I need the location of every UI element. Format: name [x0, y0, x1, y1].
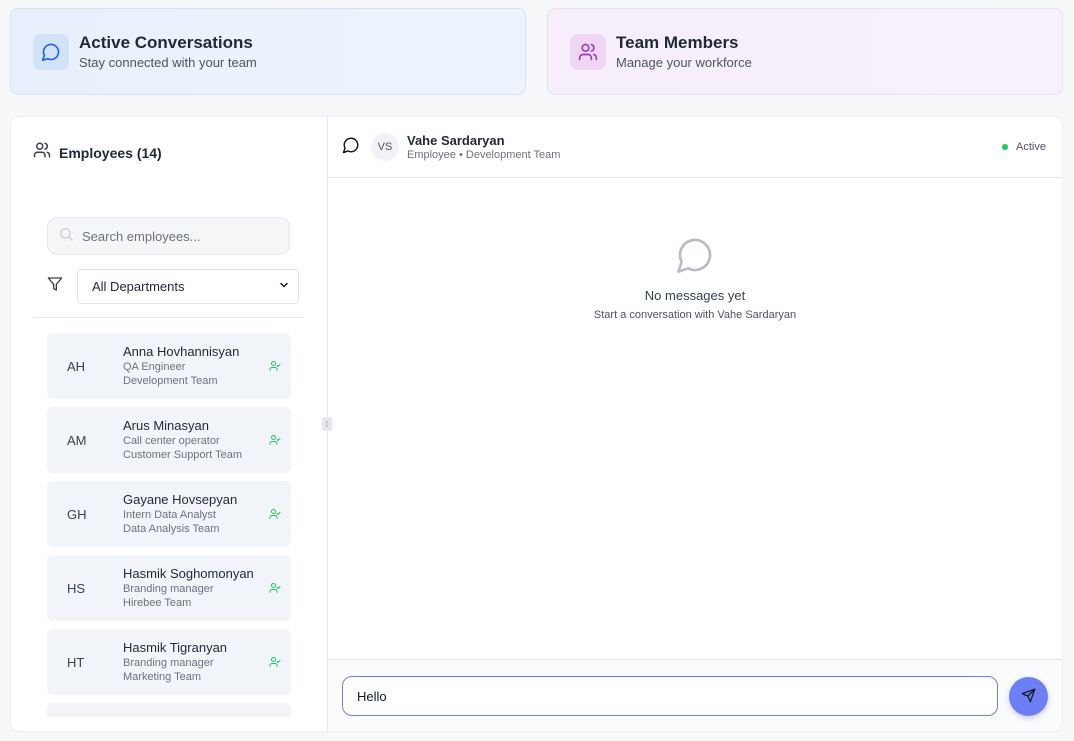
users-icon	[33, 141, 51, 164]
employee-role: Branding manager	[123, 583, 214, 595]
message-composer	[328, 659, 1062, 731]
employee-list-item[interactable]: HT Hasmik Tigranyan Branding manager Mar…	[47, 629, 291, 695]
employee-name: Hasmik Soghomonyan	[123, 566, 254, 581]
contact-subtitle: Employee • Development Team	[407, 148, 561, 161]
employee-initials: HT	[67, 654, 85, 670]
employee-team: Hirebee Team	[123, 597, 192, 609]
user-check-icon[interactable]	[269, 359, 281, 377]
department-select[interactable]: All Departments	[77, 269, 299, 304]
message-circle-icon	[342, 136, 360, 159]
employee-list-item[interactable]: AH Anna Hovhannisyan QA Engineer Develop…	[47, 333, 291, 399]
card-subtitle: Stay connected with your team	[79, 55, 257, 70]
employee-list-item[interactable]	[47, 703, 291, 717]
user-check-icon[interactable]	[269, 433, 281, 451]
chat-header: VS Vahe Sardaryan Employee • Development…	[328, 117, 1062, 178]
employee-initials: GH	[67, 506, 87, 522]
user-check-icon[interactable]	[269, 507, 281, 525]
message-input[interactable]	[342, 676, 998, 716]
employee-list-item[interactable]: AM Arus Minasyan Call center operator Cu…	[47, 407, 291, 473]
employee-name: Gayane Hovsepyan	[123, 492, 238, 507]
filter-icon	[47, 276, 63, 297]
employee-list-item[interactable]: GH Gayane Hovsepyan Intern Data Analyst …	[47, 481, 291, 547]
employee-initials: HS	[67, 580, 86, 596]
employee-role: Call center operator	[123, 435, 220, 447]
status-label: Active	[1016, 141, 1046, 153]
employee-initials: AM	[67, 432, 87, 448]
card-title: Team Members	[616, 33, 739, 52]
search-input[interactable]	[82, 228, 272, 244]
employee-team: Development Team	[123, 375, 218, 387]
employee-role: QA Engineer	[123, 361, 186, 373]
employees-header: Employees (14)	[33, 141, 162, 164]
department-filter-row: All Departments	[47, 269, 299, 304]
employees-count-label: Employees (14)	[59, 144, 162, 161]
team-members-card[interactable]: Team Members Manage your workforce	[547, 8, 1063, 95]
card-title: Active Conversations	[79, 33, 253, 52]
employee-initials: AH	[67, 358, 86, 374]
employee-role: Branding manager	[123, 657, 214, 669]
users-icon	[570, 33, 606, 70]
employee-list[interactable]: AH Anna Hovhannisyan QA Engineer Develop…	[47, 333, 291, 717]
empty-state-title: No messages yet	[644, 288, 746, 303]
empty-state-subtitle: Start a conversation with Vahe Sardaryan	[593, 309, 797, 321]
employee-sidebar: Employees (14) All Departments AH	[11, 117, 327, 731]
search-icon	[58, 226, 74, 247]
employee-team: Marketing Team	[123, 671, 202, 683]
active-conversations-card[interactable]: Active Conversations Stay connected with…	[10, 8, 526, 95]
sidebar-divider	[33, 317, 304, 318]
status-badge: Active	[1002, 141, 1046, 153]
user-check-icon[interactable]	[269, 581, 281, 599]
user-check-icon[interactable]	[269, 655, 281, 673]
status-dot	[1002, 144, 1009, 150]
message-circle-icon	[675, 238, 715, 279]
contact-name: Vahe Sardaryan	[407, 132, 505, 148]
chat-panel: Employees (14) All Departments AH	[10, 116, 1063, 732]
avatar: VS	[371, 133, 399, 161]
message-circle-icon	[33, 33, 69, 70]
resize-handle[interactable]: ⁞	[322, 417, 332, 431]
department-select-value: All Departments	[92, 279, 185, 294]
employee-team: Data Analysis Team	[123, 523, 220, 535]
employee-name: Anna Hovhannisyan	[123, 344, 240, 359]
employee-name: Arus Minasyan	[123, 418, 209, 433]
employee-list-item[interactable]: HS Hasmik Soghomonyan Branding manager H…	[47, 555, 291, 621]
send-icon	[1021, 688, 1036, 706]
employee-role: Intern Data Analyst	[123, 509, 216, 521]
card-subtitle: Manage your workforce	[616, 55, 752, 70]
employee-team: Customer Support Team	[123, 449, 243, 461]
employee-search[interactable]	[47, 217, 290, 255]
employee-name: Hasmik Tigranyan	[123, 640, 228, 655]
empty-state: No messages yet Start a conversation wit…	[328, 235, 1062, 321]
chevron-down-icon	[278, 279, 290, 294]
send-button[interactable]	[1009, 677, 1048, 716]
